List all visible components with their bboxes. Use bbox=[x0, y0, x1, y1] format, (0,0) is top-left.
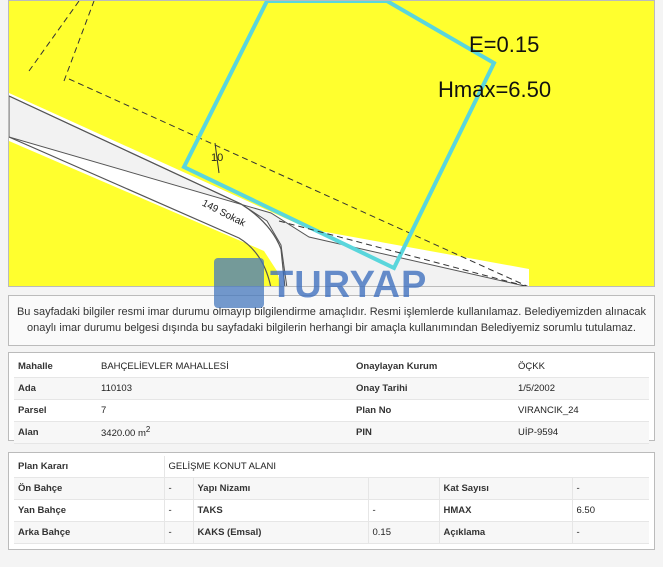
hmax-value: 6.50 bbox=[572, 499, 649, 522]
disclaimer-line-2: onaylı imar durumu belgesi dışında bu sa… bbox=[27, 322, 636, 334]
yapi-nizami-label: Yapı Nizamı bbox=[193, 477, 369, 500]
plan-info-panel: Plan Kararı GELİŞME KONUT ALANI Ön Bahçe… bbox=[8, 452, 655, 550]
kaks-value: 0.15 bbox=[368, 521, 440, 544]
taks-label: TAKS bbox=[193, 499, 369, 522]
table-row: Parsel 7 Plan No VIRANCIK_24 bbox=[14, 399, 649, 422]
hmax-label: HMAX bbox=[439, 499, 573, 522]
watermark-text: TURYAP bbox=[270, 264, 428, 306]
parsel-value: 7 bbox=[97, 399, 352, 422]
mahalle-value: BAHÇELİEVLER MAHALLESİ bbox=[97, 356, 352, 378]
kurum-value: ÖÇKK bbox=[514, 356, 649, 378]
dimension-label: 10 bbox=[211, 152, 224, 164]
kaks-label: KAKS (Emsal) bbox=[193, 521, 369, 544]
aciklama-label: Açıklama bbox=[439, 521, 573, 544]
mahalle-label: Mahalle bbox=[14, 356, 97, 378]
map-canvas bbox=[9, 1, 529, 286]
height-label: Hmax=6.50 bbox=[438, 77, 552, 102]
handshake-icon bbox=[214, 258, 264, 308]
aciklama-value: - bbox=[572, 521, 649, 544]
table-row: Arka Bahçe - KAKS (Emsal) 0.15 Açıklama … bbox=[14, 521, 649, 544]
parcel-info-panel: Mahalle BAHÇELİEVLER MAHALLESİ Onaylayan… bbox=[8, 352, 655, 444]
table-row: Plan Kararı GELİŞME KONUT ALANI bbox=[14, 456, 649, 478]
parsel-label: Parsel bbox=[14, 399, 97, 422]
alan-cell: 3420.00 m2 bbox=[97, 421, 352, 444]
taks-value: - bbox=[368, 499, 440, 522]
kurum-label: Onaylayan Kurum bbox=[352, 356, 514, 378]
parcel-info-table: Mahalle BAHÇELİEVLER MAHALLESİ Onaylayan… bbox=[14, 356, 649, 444]
arka-bahce-value: - bbox=[164, 521, 194, 544]
pin-label: PIN bbox=[352, 421, 514, 444]
ada-label: Ada bbox=[14, 377, 97, 400]
alan-value: 3420.00 m bbox=[101, 428, 146, 440]
yan-bahce-label: Yan Bahçe bbox=[14, 499, 165, 522]
zoning-map[interactable]: E=0.15 Hmax=6.50 149 Sokak 10 bbox=[8, 0, 655, 287]
kat-sayisi-label: Kat Sayısı bbox=[439, 477, 573, 500]
alan-label: Alan bbox=[14, 421, 97, 444]
kat-sayisi-value: - bbox=[572, 477, 649, 500]
onay-label: Onay Tarihi bbox=[352, 377, 514, 400]
table-row: Mahalle BAHÇELİEVLER MAHALLESİ Onaylayan… bbox=[14, 356, 649, 378]
yapi-nizami-value bbox=[368, 477, 440, 500]
arka-bahce-label: Arka Bahçe bbox=[14, 521, 165, 544]
density-label: E=0.15 bbox=[469, 32, 540, 57]
table-row: Alan 3420.00 m2 PIN UİP-9594 bbox=[14, 421, 649, 444]
pin-value: UİP-9594 bbox=[514, 421, 649, 444]
plan-karari-value: GELİŞME KONUT ALANI bbox=[164, 456, 649, 478]
plan-karari-label: Plan Kararı bbox=[14, 456, 165, 478]
on-bahce-value: - bbox=[164, 477, 194, 500]
yan-bahce-value: - bbox=[164, 499, 194, 522]
ada-value: 110103 bbox=[97, 377, 352, 400]
on-bahce-label: Ön Bahçe bbox=[14, 477, 165, 500]
table-row: Ön Bahçe - Yapı Nizamı Kat Sayısı - bbox=[14, 477, 649, 500]
alan-unit-sup: 2 bbox=[145, 425, 151, 435]
plan-info-table: Plan Kararı GELİŞME KONUT ALANI Ön Bahçe… bbox=[14, 456, 649, 544]
planno-value: VIRANCIK_24 bbox=[514, 399, 649, 422]
watermark-logo: TURYAP bbox=[214, 258, 444, 310]
setback-line-top bbox=[63, 1, 95, 82]
table-row: Ada 110103 Onay Tarihi 1/5/2002 bbox=[14, 377, 649, 400]
planno-label: Plan No bbox=[352, 399, 514, 422]
onay-value: 1/5/2002 bbox=[514, 377, 649, 400]
table-row: Yan Bahçe - TAKS - HMAX 6.50 bbox=[14, 499, 649, 522]
